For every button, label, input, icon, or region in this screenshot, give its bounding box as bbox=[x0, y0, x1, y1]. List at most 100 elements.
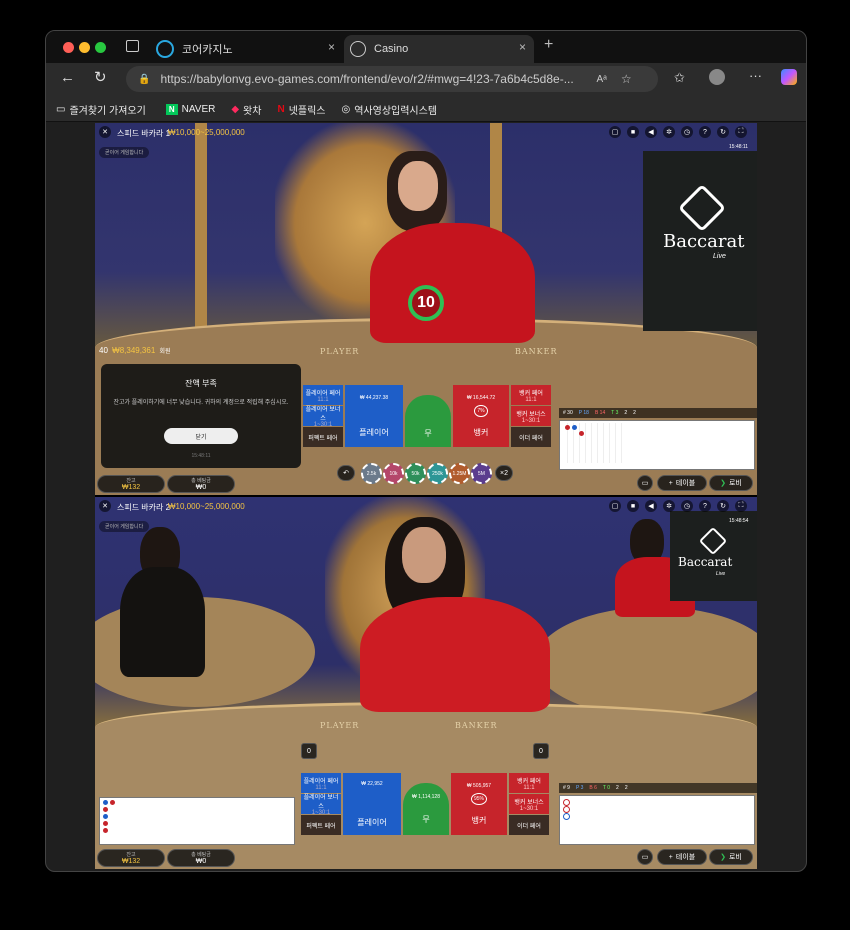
sound-icon[interactable]: ◀ bbox=[645, 126, 657, 138]
player-pair-bet[interactable]: 플레이어 페어 11:1 bbox=[301, 773, 341, 793]
close-game-icon[interactable]: ✕ bbox=[99, 500, 111, 512]
banker-pair-bet[interactable]: 뱅커 페어 11:1 bbox=[509, 773, 549, 793]
players-online: 40 bbox=[99, 346, 108, 355]
chip-250k[interactable]: 250k bbox=[427, 463, 448, 484]
new-tab-button[interactable]: + bbox=[544, 36, 553, 54]
history-icon[interactable]: ◷ bbox=[681, 126, 693, 138]
perfect-pair-bet[interactable]: 퍼펙트 페어 bbox=[301, 815, 341, 835]
player-pair-bet[interactable]: 플레이어 페어 11:1 bbox=[303, 385, 343, 405]
copilot-icon[interactable] bbox=[781, 69, 797, 85]
banker-bonus-bet[interactable]: 뱅커 보너스 1~30:1 bbox=[511, 406, 551, 426]
banker-bet[interactable]: ₩ 505,957 95% 뱅커 bbox=[451, 773, 507, 835]
scoreboard-road[interactable] bbox=[559, 795, 755, 845]
popup-close-button[interactable]: 닫기 bbox=[164, 428, 238, 444]
chip-2500[interactable]: 2.5k bbox=[361, 463, 382, 484]
address-bar[interactable]: 🔒 https://babylonvg.evo-games.com/fronte… bbox=[126, 66, 658, 92]
rotate-icon[interactable]: ↻ bbox=[717, 126, 729, 138]
lock-icon: 🔒 bbox=[138, 73, 151, 85]
close-tab-icon[interactable]: × bbox=[519, 40, 526, 54]
help-icon[interactable]: ? bbox=[699, 126, 711, 138]
tab-actions-icon[interactable] bbox=[126, 40, 139, 52]
rotate-icon[interactable]: ↻ bbox=[717, 500, 729, 512]
chat-bubble-icon[interactable]: ▭ bbox=[637, 475, 653, 491]
bookmark-watcha[interactable]: ◆ 왓차 bbox=[231, 102, 261, 117]
player-bet[interactable]: ₩ 44,237.38 플레이어 bbox=[345, 385, 403, 447]
favorite-star-icon[interactable]: ☆ bbox=[621, 72, 632, 86]
table-player-label: PLAYER bbox=[320, 721, 360, 730]
side-table-right bbox=[535, 607, 757, 717]
reload-icon[interactable]: ↻ bbox=[94, 68, 107, 86]
more-menu-icon[interactable]: ··· bbox=[749, 68, 762, 83]
tables-button[interactable]: + 테이블 bbox=[657, 475, 707, 491]
bead-road[interactable] bbox=[99, 797, 295, 845]
tab-casino[interactable]: Casino bbox=[344, 35, 534, 63]
chip-50k[interactable]: 50k bbox=[405, 463, 426, 484]
profile-avatar[interactable] bbox=[709, 69, 725, 85]
chip-5m[interactable]: 5M bbox=[471, 463, 492, 484]
chat-icon[interactable]: ▢ bbox=[609, 500, 621, 512]
banker-score: 0 bbox=[533, 743, 549, 759]
video-icon[interactable]: ■ bbox=[627, 126, 639, 138]
maximize-window-button[interactable] bbox=[95, 42, 106, 53]
brand-title: Baccarat bbox=[663, 231, 745, 252]
help-icon[interactable]: ? bbox=[699, 500, 711, 512]
settings-gear-icon[interactable]: ✲ bbox=[663, 500, 675, 512]
bookmark-history[interactable]: ◎ 역사영상입력시스템 bbox=[342, 102, 438, 117]
perfect-pair-bet[interactable]: 퍼펙트 페어 bbox=[303, 427, 343, 447]
timer-value: 10 bbox=[417, 294, 435, 311]
close-window-button[interactable] bbox=[63, 42, 74, 53]
read-aloud-icon[interactable]: Aᵃ bbox=[596, 74, 606, 85]
close-tab-icon[interactable]: × bbox=[328, 40, 335, 54]
player-count: 40 ₩8,349,361 회원 bbox=[99, 346, 171, 355]
fullscreen-icon[interactable]: ⛶ bbox=[735, 126, 747, 138]
banker-pair-bet[interactable]: 뱅커 페어 11:1 bbox=[511, 385, 551, 405]
tie-bet[interactable]: ₩ 1,114,128 무 bbox=[403, 783, 449, 835]
game-speed-baccarat-1: Baccarat Live ✕ 스피드 바카라 1 ₩10,000~25,000… bbox=[95, 123, 757, 495]
player-bet[interactable]: ₩ 22,952 플레이어 bbox=[343, 773, 401, 835]
bookmark-label: 왓차 bbox=[243, 105, 262, 117]
player-bonus-bet[interactable]: 플레이어 보너스 1~30:1 bbox=[303, 406, 343, 428]
tab-title: 코어카지노 bbox=[182, 44, 233, 56]
chat-bubble-icon[interactable]: ▭ bbox=[637, 849, 653, 865]
minimize-window-button[interactable] bbox=[79, 42, 90, 53]
settings-gear-icon[interactable]: ✲ bbox=[663, 126, 675, 138]
back-arrow-icon[interactable]: ← bbox=[60, 69, 75, 86]
lobby-arrow-icon: ❯ bbox=[720, 854, 726, 861]
either-pair-bet[interactable]: 이더 페어 bbox=[511, 427, 551, 447]
bookmark-label: 역사영상입력시스템 bbox=[354, 105, 438, 117]
banker-bet[interactable]: ₩ 16,544.72 7% 뱅커 bbox=[453, 385, 509, 447]
bookmark-naver[interactable]: N NAVER bbox=[165, 103, 216, 115]
clock: 15:48:11 bbox=[729, 144, 749, 150]
game-header: ✕ 스피드 바카라 2 ₩10,000~25,000,000 ▢ ■ ◀ ✲ ◷… bbox=[95, 497, 757, 524]
bet-panel: 플레이어 페어 11:1 플레이어 보너스 1~30:1 퍼펙트 페어 ₩ 44,2… bbox=[303, 385, 551, 457]
lobby-button[interactable]: ❯ 로비 bbox=[709, 475, 753, 491]
bookmark-label: NAVER bbox=[181, 103, 216, 115]
pillar bbox=[195, 123, 207, 333]
either-pair-bet[interactable]: 이더 페어 bbox=[509, 815, 549, 835]
page-content: Baccarat Live ✕ 스피드 바카라 1 ₩10,000~25,000… bbox=[95, 123, 757, 869]
player-bonus-bet[interactable]: 플레이어 보너스 1~30:1 bbox=[301, 794, 341, 816]
video-icon[interactable]: ■ bbox=[627, 500, 639, 512]
tables-button[interactable]: + 테이블 bbox=[657, 849, 707, 865]
browser-window: 코어카지노 × Casino × + ← ↻ 🔒 https://babylon… bbox=[45, 30, 807, 872]
chip-1.25m[interactable]: 1.25M bbox=[449, 463, 470, 484]
sound-icon[interactable]: ◀ bbox=[645, 500, 657, 512]
bet-limits: ₩10,000~25,000,000 bbox=[168, 128, 245, 137]
history-icon[interactable]: ◷ bbox=[681, 500, 693, 512]
scoreboard-road[interactable] bbox=[559, 420, 755, 470]
bookmark-import[interactable]: ▭ 즐겨찾기 가져오기 bbox=[56, 102, 146, 117]
chip-10k[interactable]: 10k bbox=[383, 463, 404, 484]
undo-button[interactable]: ↶ bbox=[337, 465, 355, 481]
tie-bet[interactable]: 무 bbox=[405, 395, 451, 447]
folder-icon: ▭ bbox=[56, 103, 66, 115]
banker-bonus-bet[interactable]: 뱅커 보너스 1~30:1 bbox=[509, 794, 549, 814]
favorites-icon[interactable]: ✩ bbox=[674, 70, 685, 86]
close-game-icon[interactable]: ✕ bbox=[99, 126, 111, 138]
fullscreen-icon[interactable]: ⛶ bbox=[735, 500, 747, 512]
lobby-button[interactable]: ❯ 로비 bbox=[709, 849, 753, 865]
tab-core-casino[interactable]: 코어카지노 bbox=[156, 35, 341, 63]
bookmark-netflix[interactable]: N 넷플릭스 bbox=[277, 102, 325, 117]
clock: 15:48:54 bbox=[729, 518, 749, 524]
double-bet-button[interactable]: ×2 bbox=[495, 465, 513, 481]
chat-icon[interactable]: ▢ bbox=[609, 126, 621, 138]
